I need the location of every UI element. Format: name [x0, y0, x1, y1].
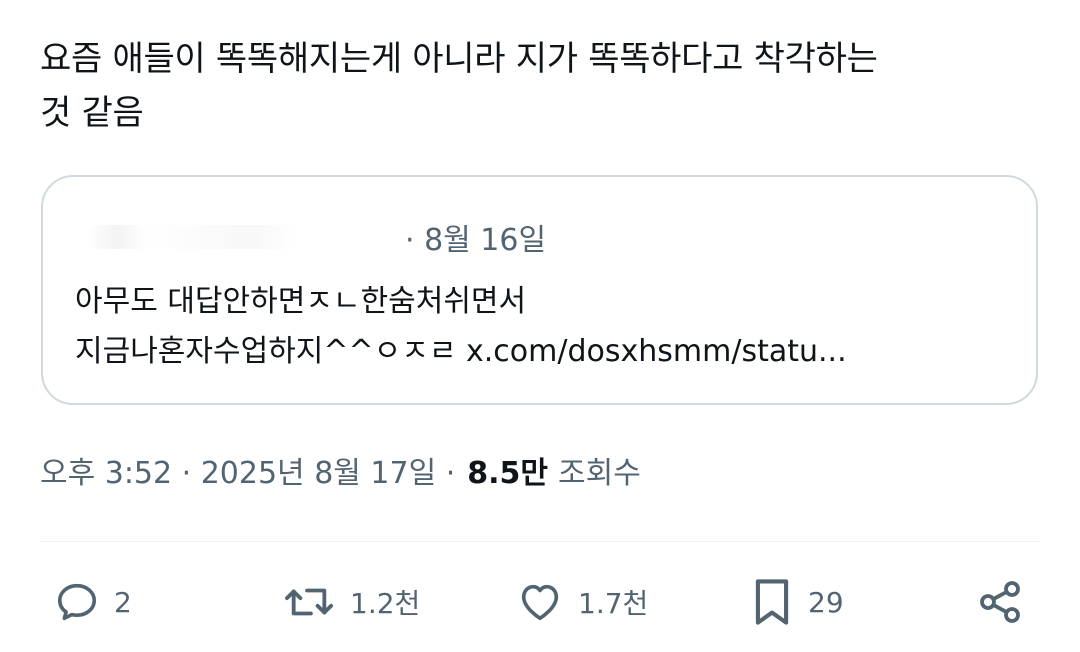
views-label: 조회수 — [558, 456, 641, 491]
blurred-author-name — [87, 225, 387, 249]
repost-icon — [285, 588, 333, 616]
share-icon — [980, 581, 1020, 623]
quoted-post-body: 아무도 대답안하면ㅈㄴ한숨처쉬면서 지금나혼자수업하지^^ㅇㅈㄹ x.com/d… — [75, 277, 1005, 377]
quoted-post-line2: 지금나혼자수업하지^^ㅇㅈㄹ x.com/dosxhsmm/statu... — [75, 334, 847, 369]
divider — [40, 541, 1040, 542]
action-bar: 2 1.2천 1.7천 29 — [40, 570, 1040, 634]
share-button[interactable] — [976, 570, 1024, 634]
reply-icon — [57, 583, 97, 621]
like-button[interactable]: 1.7천 — [516, 570, 648, 634]
repost-button[interactable]: 1.2천 — [282, 570, 420, 634]
tweet-page: 요즘 애들이 똑똑해지는게 아니라 지가 똑똑하다고 착각하는 것 같음 · 8… — [0, 0, 1080, 652]
quoted-post-header: · 8월 16일 — [87, 215, 546, 259]
reply-button[interactable]: 2 — [54, 570, 132, 634]
post-text-line2: 것 같음 — [40, 93, 144, 133]
bookmark-button[interactable]: 29 — [750, 570, 844, 634]
quoted-post-date: · 8월 16일 — [405, 223, 547, 258]
post-meta: 오후 3:52 · 2025년 8월 17일 · 8.5만 조회수 — [40, 448, 641, 492]
quoted-post-card[interactable]: · 8월 16일 아무도 대답안하면ㅈㄴ한숨처쉬면서 지금나혼자수업하지^^ㅇㅈ… — [41, 175, 1038, 405]
post-text-line1: 요즘 애들이 똑똑해지는게 아니라 지가 똑똑하다고 착각하는 — [40, 39, 878, 79]
post-timestamp[interactable]: 오후 3:52 · 2025년 8월 17일 · — [40, 448, 455, 492]
heart-icon — [521, 584, 559, 621]
quoted-post-line1: 아무도 대답안하면ㅈㄴ한숨처쉬면서 — [75, 284, 527, 319]
post-text: 요즘 애들이 똑똑해지는게 아니라 지가 똑똑하다고 착각하는 것 같음 — [40, 32, 1040, 140]
bookmark-count: 29 — [808, 585, 844, 619]
views-count: 8.5만 — [467, 456, 549, 491]
bookmark-icon — [755, 579, 789, 625]
reply-count: 2 — [114, 585, 132, 619]
like-count: 1.7천 — [578, 587, 649, 620]
repost-count: 1.2천 — [350, 587, 421, 620]
